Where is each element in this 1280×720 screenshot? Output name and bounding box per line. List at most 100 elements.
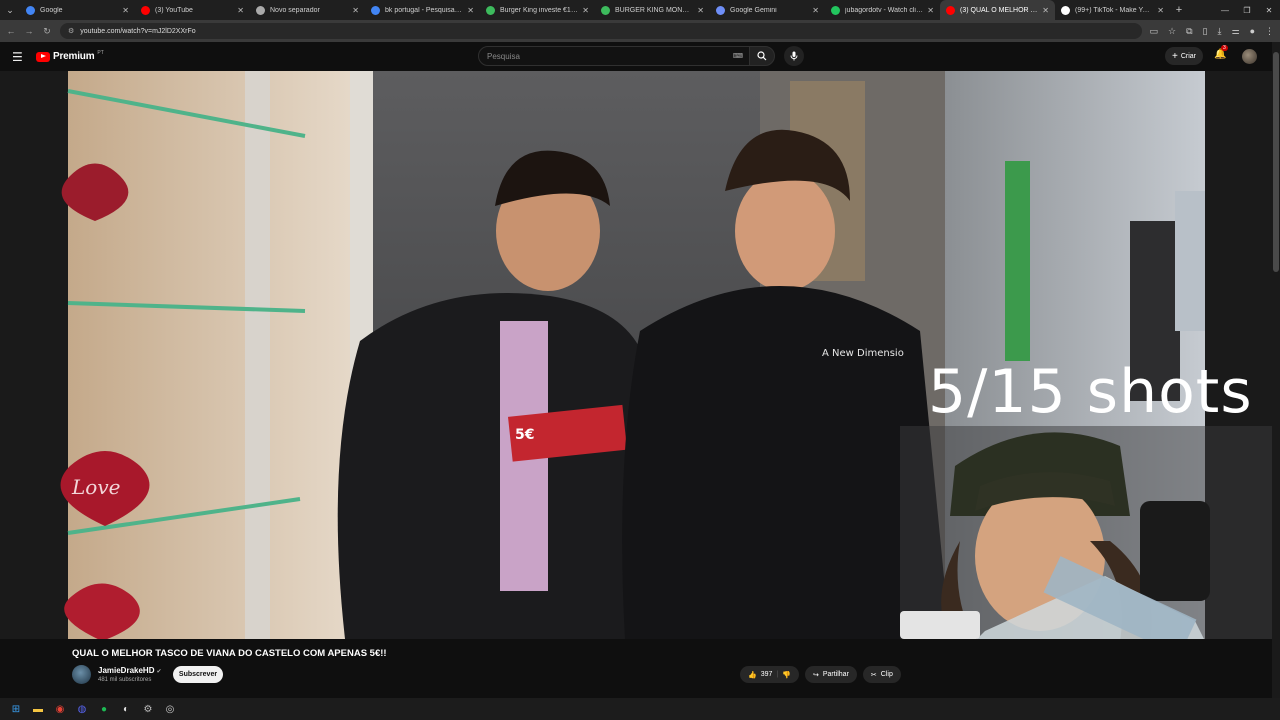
tab-close-icon[interactable]: ✕ <box>582 6 589 15</box>
subscribe-button[interactable]: Subscrever <box>173 666 223 683</box>
site-info-icon[interactable]: ⚙ <box>68 27 74 35</box>
chrome-icon[interactable]: ◉ <box>52 701 68 717</box>
create-button[interactable]: + Criar <box>1165 47 1203 65</box>
browser-tab[interactable]: jubagordotv - Watch clips on✕ <box>825 0 940 20</box>
search-input[interactable] <box>487 51 733 61</box>
browser-tab[interactable]: Google ✕ <box>20 0 135 20</box>
tab-close-icon[interactable]: ✕ <box>1157 6 1164 15</box>
scrollbar-thumb[interactable] <box>1273 52 1279 272</box>
tab-label: bk portugal - Pesquisa Google <box>385 6 463 14</box>
keyboard-icon[interactable]: ⌨ <box>733 52 743 60</box>
like-count[interactable]: 397 <box>761 671 773 678</box>
browser-tab[interactable]: (3) QUAL O MELHOR TASCO DE✕ <box>940 0 1055 20</box>
video-frame: Love 5€ A New Dimensio <box>0 71 1272 639</box>
back-icon[interactable]: ← <box>6 26 16 36</box>
browser-tab[interactable]: (99+) TikTok - Make Your Day ✕ <box>1055 0 1170 20</box>
shot-counter-overlay: 5/15 shots <box>928 357 1253 427</box>
divider: | <box>776 671 779 678</box>
settings-gear-icon[interactable]: ⚙ <box>140 701 156 717</box>
logo-text: Premium <box>53 51 95 62</box>
obs-icon[interactable]: ◎ <box>162 701 178 717</box>
discord-icon[interactable]: ◍ <box>74 701 90 717</box>
tab-search-chevron-icon[interactable]: ⌄ <box>0 0 20 20</box>
browser-tab[interactable]: (3) YouTube ✕ <box>135 0 250 20</box>
browser-tab[interactable]: Burger King investe €1,8 milhões ✕ <box>480 0 595 20</box>
maximize-icon[interactable]: ❐ <box>1236 6 1258 15</box>
tab-close-icon[interactable]: ✕ <box>812 6 819 15</box>
thumbs-down-icon[interactable]: 👎 <box>782 671 791 679</box>
hamburger-menu-icon[interactable]: ☰ <box>12 50 26 64</box>
youtube-header: ☰ Premium PT ⌨ + Criar 🔔 3 <box>0 42 1280 71</box>
tab-favicon-icon <box>486 5 495 15</box>
tab-favicon-icon <box>831 5 840 15</box>
reload-icon[interactable]: ↻ <box>42 26 52 37</box>
windows-start-icon[interactable]: ⊞ <box>8 701 24 717</box>
notification-badge: 3 <box>1221 45 1228 51</box>
thumbs-up-icon[interactable]: 👍 <box>748 671 757 679</box>
search-box: ⌨ <box>478 46 750 66</box>
tab-favicon-icon <box>601 5 610 15</box>
verified-check-icon: ✔ <box>156 669 162 675</box>
extensions-icon[interactable]: ⧉ <box>1186 26 1192 37</box>
page-scrollbar[interactable] <box>1272 42 1280 720</box>
plus-icon: + <box>1171 50 1178 62</box>
url-field[interactable]: ⚙ youtube.com/watch?v=mJ2lD2XXrFo <box>60 23 1142 39</box>
split-icon[interactable]: ▯ <box>1203 26 1208 37</box>
browser-tab[interactable]: bk portugal - Pesquisa Google ✕ <box>365 0 480 20</box>
sliders-icon[interactable]: ⚌ <box>1231 26 1239 37</box>
tab-close-icon[interactable]: ✕ <box>122 6 129 15</box>
browser-tab[interactable]: BURGER KING MONÇÃO - Mon ✕ <box>595 0 710 20</box>
tab-close-icon[interactable]: ✕ <box>467 6 474 15</box>
search-button[interactable] <box>749 46 775 66</box>
tab-label: (99+) TikTok - Make Your Day <box>1075 6 1153 14</box>
minimize-icon[interactable]: — <box>1214 6 1236 15</box>
download-icon[interactable]: ⤓ <box>1218 26 1222 37</box>
davinci-icon[interactable]: ◐ <box>118 701 134 717</box>
share-button[interactable]: ↪ Partilhar <box>804 666 857 683</box>
svg-text:5€: 5€ <box>515 427 534 443</box>
subscriber-count: 481 mil subscritores <box>98 677 152 683</box>
cast-icon[interactable]: ▭ <box>1150 26 1159 37</box>
youtube-logo[interactable]: Premium PT <box>36 50 104 62</box>
tab-close-icon[interactable]: ✕ <box>927 6 934 15</box>
os-taskbar: ⊞ ▬ ◉ ◍ ● ◐ ⚙ ◎ <box>0 698 1280 720</box>
tab-label: (3) QUAL O MELHOR TASCO DE <box>960 6 1039 14</box>
account-avatar[interactable] <box>1242 49 1257 64</box>
tab-close-icon[interactable]: ✕ <box>1042 6 1049 15</box>
browser-tab-strip: ⌄ Google ✕ (3) YouTube ✕ Novo separador ✕ bk p… <box>0 0 1280 20</box>
tab-label: Google Gemini <box>730 6 777 14</box>
video-title: QUAL O MELHOR TASCO DE VIANA DO CASTELO … <box>72 648 387 659</box>
browser-toolbar-icons: ▭ ☆ ⧉ ▯ ⤓ ⚌ ● ⋮ <box>1150 26 1274 37</box>
tab-close-icon[interactable]: ✕ <box>697 6 704 15</box>
new-tab-button[interactable]: + <box>1170 4 1188 16</box>
youtube-play-icon <box>36 51 50 62</box>
window-controls: — ❐ ✕ <box>1214 6 1280 15</box>
tab-list: Google ✕ (3) YouTube ✕ Novo separador ✕ bk por… <box>20 0 1170 20</box>
close-window-icon[interactable]: ✕ <box>1258 6 1280 15</box>
scissors-icon: ✂ <box>870 671 877 679</box>
clip-button[interactable]: ✂ Clip <box>862 666 901 683</box>
browser-tab[interactable]: Google Gemini ✕ <box>710 0 825 20</box>
tab-close-icon[interactable]: ✕ <box>237 6 244 15</box>
spotify-icon[interactable]: ● <box>96 701 112 717</box>
search-icon <box>757 51 767 61</box>
tab-favicon-icon <box>371 5 380 15</box>
browser-tab[interactable]: Novo separador ✕ <box>250 0 365 20</box>
video-player[interactable]: Love 5€ A New Dimensio 5/15 shots <box>0 71 1272 639</box>
tab-close-icon[interactable]: ✕ <box>352 6 359 15</box>
browser-menu-icon[interactable]: ⋮ <box>1265 26 1274 37</box>
profile-icon[interactable]: ● <box>1250 26 1255 37</box>
video-actions: 👍 397 | 👎 ↪ Partilhar ✂ Clip <box>740 666 901 683</box>
voice-search-button[interactable] <box>784 46 804 66</box>
tab-favicon-icon <box>26 5 35 15</box>
file-explorer-icon[interactable]: ▬ <box>30 701 46 717</box>
channel-name[interactable]: JamieDrakeHD ✔ <box>98 666 162 675</box>
share-label: Partilhar <box>822 671 849 678</box>
url-text: youtube.com/watch?v=mJ2lD2XXrFo <box>80 27 196 35</box>
tab-label: BURGER KING MONÇÃO - Mon <box>615 6 693 14</box>
forward-icon[interactable]: → <box>24 26 34 36</box>
bookmark-star-icon[interactable]: ☆ <box>1168 26 1176 37</box>
tab-favicon-icon <box>256 5 265 15</box>
tab-favicon-icon <box>946 5 955 15</box>
channel-avatar[interactable] <box>72 665 91 684</box>
